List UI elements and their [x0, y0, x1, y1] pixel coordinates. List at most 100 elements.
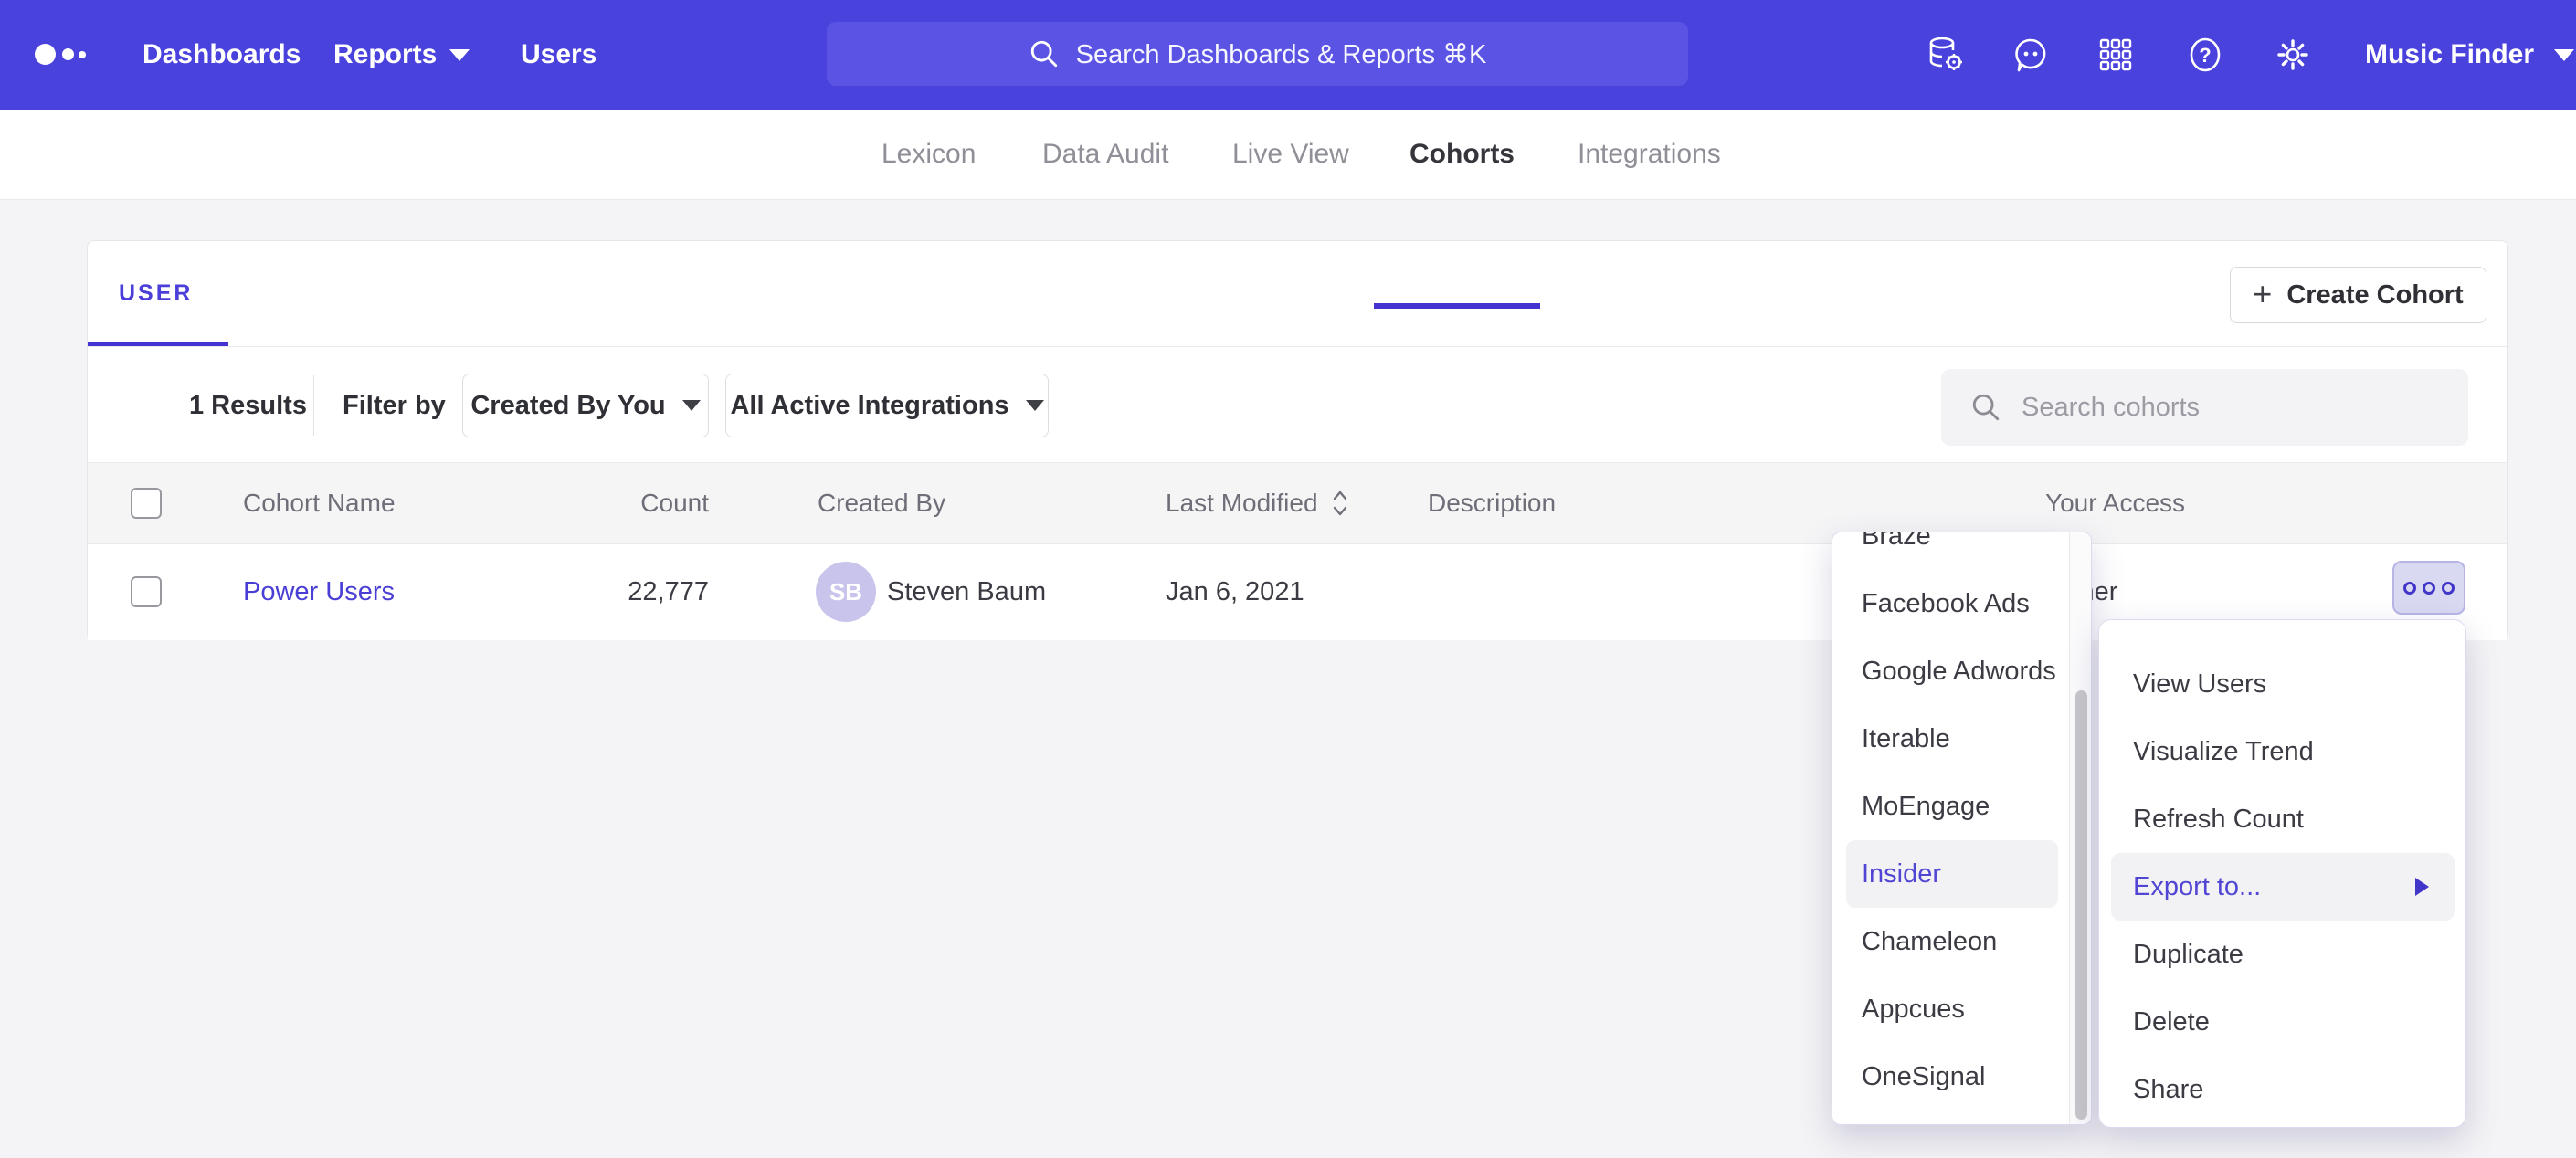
help-icon[interactable]: ?: [2184, 0, 2226, 110]
tab-live-view-label: Live View: [1232, 139, 1349, 170]
project-name: Music Finder: [2365, 39, 2534, 70]
tab-user-label: USER: [119, 280, 193, 307]
menu-item-refresh-count[interactable]: Refresh Count: [2099, 785, 2465, 853]
tab-cohorts[interactable]: Cohorts: [1409, 110, 1515, 199]
nav-reports[interactable]: Reports: [333, 0, 470, 110]
tab-user-cohorts[interactable]: USER: [119, 241, 193, 346]
menu-item-export-to[interactable]: Export to...: [2111, 853, 2455, 921]
menu-item-visualize-trend[interactable]: Visualize Trend: [2099, 718, 2465, 785]
col-created-by-label: Created By: [818, 489, 945, 518]
cohort-search-box: [1941, 369, 2468, 446]
logo-dot-small: [79, 51, 86, 58]
results-count-label: 1 Results: [189, 391, 307, 421]
created-by-value: Steven Baum: [887, 577, 1046, 607]
menu-item-chameleon[interactable]: Chameleon: [1832, 908, 2069, 975]
col-cohort-name-label: Cohort Name: [243, 489, 396, 518]
col-count: Count: [549, 463, 709, 543]
cohort-name-link[interactable]: Power Users: [243, 577, 395, 607]
menu-item-export-to-label: Export to...: [2133, 872, 2261, 902]
menu-item-onesignal[interactable]: OneSignal: [1832, 1043, 2069, 1111]
database-gear-glyph: [1924, 34, 1966, 76]
last-modified-value: Jan 6, 2021: [1166, 577, 1304, 607]
select-all-checkbox[interactable]: [131, 488, 162, 519]
menu-item-share-label: Share: [2133, 1075, 2203, 1105]
mixpanel-logo-icon[interactable]: [35, 44, 90, 66]
nav-users[interactable]: Users: [521, 0, 596, 110]
apps-grid-icon[interactable]: [2095, 0, 2137, 110]
scrollbar-thumb[interactable]: [2075, 690, 2087, 1120]
nav-reports-label: Reports: [333, 39, 437, 70]
more-dots-icon: [2442, 582, 2455, 595]
search-icon: [1029, 38, 1060, 69]
question-glyph: ?: [2184, 34, 2226, 76]
tab-cohorts-label: Cohorts: [1409, 139, 1515, 170]
project-switcher[interactable]: Music Finder: [2365, 0, 2574, 110]
submenu-arrow-icon: [2415, 878, 2429, 896]
created-by-filter-label: Created By You: [470, 391, 665, 421]
svg-text:?: ?: [2199, 44, 2211, 67]
global-search-input[interactable]: Search Dashboards & Reports ⌘K: [827, 22, 1688, 86]
avatar-initials: SB: [829, 578, 862, 606]
menu-item-duplicate[interactable]: Duplicate: [2099, 921, 2465, 988]
nav-dashboards[interactable]: Dashboards: [143, 0, 301, 110]
menu-item-delete-label: Delete: [2133, 1007, 2210, 1037]
data-management-icon[interactable]: [1924, 0, 1966, 110]
top-nav-bar: Dashboards Reports Users Search Dashboar…: [0, 0, 2576, 110]
col-description: Description: [1428, 463, 1556, 543]
filter-by-text: Filter by: [343, 391, 446, 421]
cohorts-card: USER + Create Cohort 1 Results Filter by…: [87, 240, 2508, 640]
tab-lexicon-label: Lexicon: [882, 139, 976, 170]
menu-item-appcues[interactable]: Appcues: [1832, 975, 2069, 1043]
chevron-down-icon: [1026, 400, 1044, 411]
col-description-label: Description: [1428, 489, 1556, 518]
menu-item-moengage[interactable]: MoEngage: [1832, 773, 2069, 840]
created-by-filter-dropdown[interactable]: Created By You: [462, 374, 709, 437]
app-window: Dashboards Reports Users Search Dashboar…: [0, 0, 2576, 1158]
search-icon: [1970, 392, 2001, 423]
active-tab-underline: [1374, 303, 1540, 309]
feedback-bubble-glyph: [2011, 35, 2051, 75]
sort-icon: [1331, 488, 1349, 519]
more-dots-icon: [2423, 582, 2435, 595]
col-last-modified-label: Last Modified: [1166, 489, 1318, 518]
settings-icon[interactable]: [2272, 0, 2314, 110]
divider: [313, 375, 314, 436]
tab-live-view[interactable]: Live View: [1232, 110, 1349, 199]
integrations-filter-label: All Active Integrations: [730, 391, 1008, 421]
tab-data-audit[interactable]: Data Audit: [1042, 110, 1168, 199]
create-cohort-label: Create Cohort: [2286, 280, 2463, 311]
chevron-down-icon: [449, 49, 470, 61]
tab-lexicon[interactable]: Lexicon: [882, 110, 976, 199]
section-tabbar: Lexicon Data Audit Live View Cohorts Int…: [0, 110, 2576, 200]
global-search-placeholder: Search Dashboards & Reports ⌘K: [1076, 38, 1487, 70]
menu-item-facebook-ads[interactable]: Facebook Ads: [1832, 570, 2069, 637]
created-by-cell: Steven Baum: [887, 544, 1046, 640]
menu-item-google-adwords[interactable]: Google Adwords: [1832, 637, 2069, 705]
menu-item-braze[interactable]: Braze: [1832, 532, 2069, 570]
menu-item-iterable[interactable]: Iterable: [1832, 705, 2069, 773]
chevron-down-icon: [682, 400, 701, 411]
menu-item-duplicate-label: Duplicate: [2133, 940, 2243, 970]
tab-integrations[interactable]: Integrations: [1578, 110, 1721, 199]
grid-glyph: [2096, 35, 2136, 75]
row-more-actions-button[interactable]: [2392, 561, 2465, 615]
results-count: 1 Results: [189, 374, 307, 437]
last-modified-cell: Jan 6, 2021: [1166, 544, 1304, 640]
col-cohort-name: Cohort Name: [243, 463, 396, 543]
menu-item-view-users[interactable]: View Users: [2099, 650, 2465, 718]
submenu-list: Braze Facebook Ads Google Adwords Iterab…: [1832, 532, 2069, 1111]
col-last-modified-sort[interactable]: Last Modified: [1166, 463, 1349, 543]
integrations-filter-dropdown[interactable]: All Active Integrations: [725, 374, 1049, 437]
chevron-down-icon: [2554, 49, 2574, 61]
col-count-label: Count: [640, 489, 709, 518]
col-created-by: Created By: [818, 463, 945, 543]
menu-item-insider[interactable]: Insider: [1846, 840, 2058, 908]
feedback-icon[interactable]: [2010, 0, 2052, 110]
menu-item-share[interactable]: Share: [2099, 1056, 2465, 1123]
menu-item-view-users-label: View Users: [2133, 669, 2266, 700]
create-cohort-button[interactable]: + Create Cohort: [2230, 267, 2486, 323]
cohort-search-input[interactable]: [2020, 392, 2407, 424]
menu-item-delete[interactable]: Delete: [2099, 988, 2465, 1056]
cohort-name-cell: Power Users: [243, 544, 395, 640]
row-checkbox[interactable]: [131, 576, 162, 607]
